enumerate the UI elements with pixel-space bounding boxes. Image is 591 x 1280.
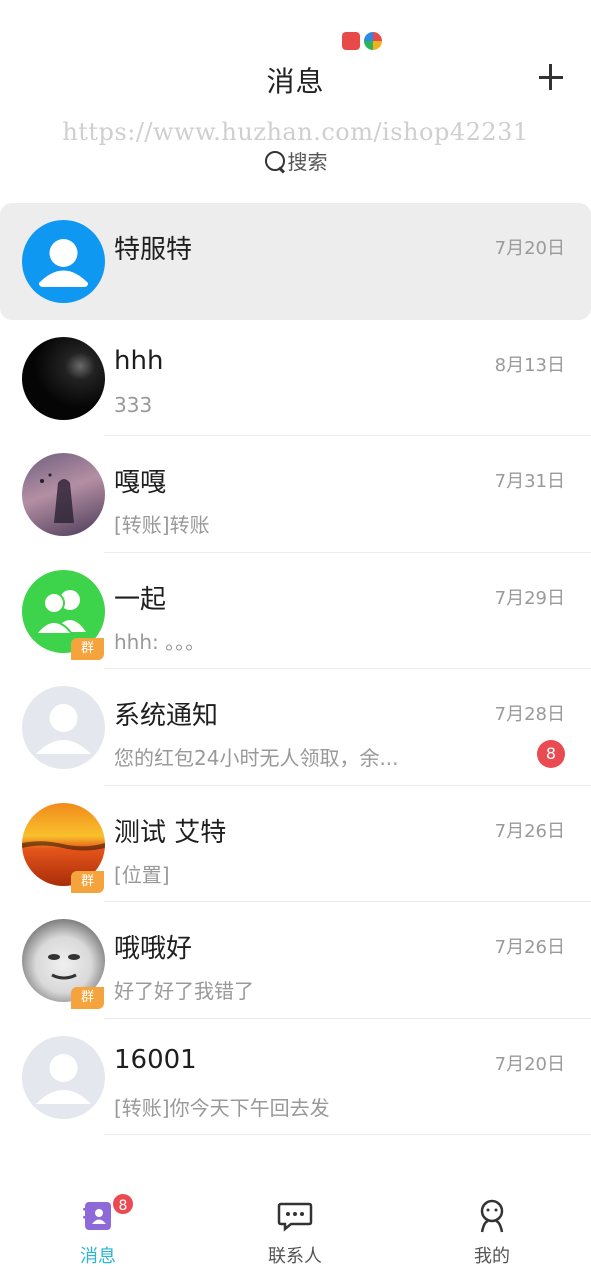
conversation-item[interactable]: 系统通知 7月28日 您的红包24小时无人领取，余... 8: [0, 669, 591, 786]
conversation-time: 7月20日: [494, 1053, 565, 1075]
avatar: [22, 686, 105, 769]
conversation-item[interactable]: 群 一起 7月29日 hhh: 。。。: [0, 553, 591, 669]
watermark-text: https://www.huzhan.com/ishop42231: [62, 118, 529, 146]
header: 消息: [0, 58, 591, 102]
conversation-name: 特服特: [114, 235, 193, 265]
conversation-item[interactable]: 特服特 7月20日: [0, 203, 591, 320]
conversation-name: 测试 艾特: [114, 817, 227, 848]
conversation-name: 系统通知: [114, 701, 219, 731]
search-icon: [264, 150, 286, 172]
search-bar[interactable]: 搜索: [0, 146, 591, 175]
group-tag: 群: [71, 987, 104, 1009]
chat-bubble-icon: [277, 1198, 313, 1234]
conversation-preview: [转账]你今天下午回去发: [114, 1095, 330, 1120]
person-icon: [36, 704, 91, 754]
group-tag: 群: [71, 637, 104, 660]
conversation-time: 7月26日: [494, 820, 565, 842]
conversation-preview: 好了好了我错了: [114, 979, 254, 1003]
tab-label: 消息: [80, 1246, 116, 1267]
app-notification-icon-2: [364, 32, 382, 50]
conversation-time: 7月26日: [494, 937, 565, 958]
bottom-tab-bar: 8 消息 联系人 我的: [0, 1190, 591, 1280]
conversation-name: 16001: [114, 1044, 197, 1075]
conversation-time: 7月29日: [494, 587, 565, 609]
tab-label: 联系人: [268, 1246, 322, 1267]
person-outline-icon: [474, 1198, 510, 1234]
tab-contacts[interactable]: 联系人: [235, 1198, 355, 1268]
conversation-item[interactable]: 嘎嘎 7月31日 [转账]转账: [0, 436, 591, 553]
conversation-item[interactable]: 群 哦哦好 7月26日 好了好了我错了: [0, 902, 591, 1019]
divider: [104, 1134, 591, 1135]
conversation-name: hhh: [114, 345, 164, 376]
avatar: [22, 1035, 105, 1119]
tab-messages[interactable]: 8 消息: [38, 1192, 158, 1268]
tab-me[interactable]: 我的: [432, 1198, 552, 1268]
status-bar-icons: [342, 32, 382, 50]
conversation-list: 特服特 7月20日 hhh 8月13日 333 嘎嘎 7月31日 [转账]转账: [0, 203, 591, 1135]
avatar: [22, 220, 105, 303]
conversation-time: 7月28日: [494, 704, 565, 725]
conversation-name: 嘎嘎: [114, 468, 167, 498]
avatar: [22, 453, 105, 536]
conversation-preview: [位置]: [114, 862, 170, 887]
search-label: 搜索: [287, 150, 328, 174]
tab-label: 我的: [474, 1246, 510, 1267]
conversation-time: 7月20日: [494, 238, 565, 259]
group-tag: 群: [71, 870, 104, 893]
conversation-time: 7月31日: [494, 471, 565, 492]
conversation-preview: [转账]转账: [114, 513, 210, 537]
conversation-item[interactable]: hhh 8月13日 333: [0, 320, 591, 436]
conversation-item[interactable]: 群 测试 艾特 7月26日 [位置]: [0, 786, 591, 902]
conversation-preview: 333: [114, 392, 153, 417]
plus-icon[interactable]: [533, 58, 569, 98]
anime-figure-icon: [40, 473, 74, 523]
messages-screen: 消息 https://www.huzhan.com/ishop42231 搜索 …: [0, 0, 591, 1280]
unread-badge: 8: [537, 740, 565, 768]
person-icon: [39, 239, 88, 287]
conversation-item[interactable]: 16001 7月20日 [转账]你今天下午回去发: [0, 1019, 591, 1135]
tab-unread-badge: 8: [111, 1192, 135, 1216]
page-title: 消息: [266, 65, 325, 98]
conversation-time: 8月13日: [494, 354, 565, 376]
avatar: [22, 336, 105, 420]
conversation-name: 一起: [114, 584, 167, 615]
app-notification-icon: [342, 32, 360, 50]
conversation-name: 哦哦好: [114, 934, 193, 964]
conversation-preview: 您的红包24小时无人领取，余...: [114, 746, 399, 770]
person-icon: [36, 1053, 91, 1104]
conversation-preview: hhh: 。。。: [114, 629, 206, 654]
